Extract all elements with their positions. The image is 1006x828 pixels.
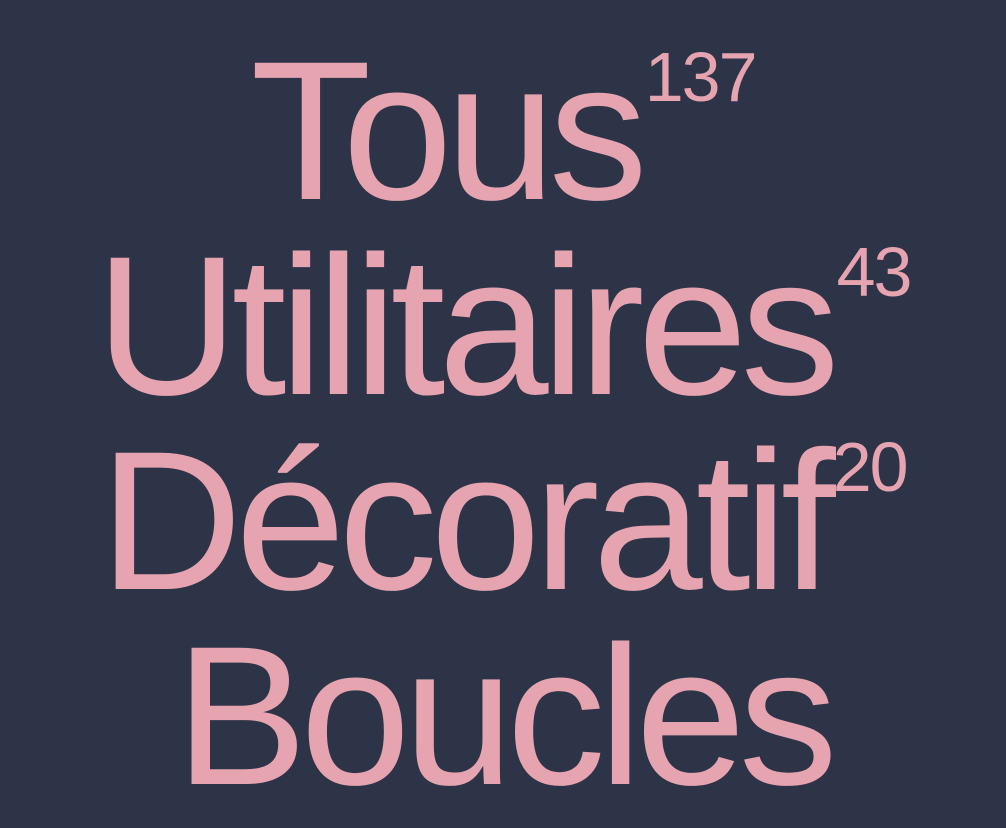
filter-count: 43 — [836, 233, 913, 311]
filter-label: Décoratif — [99, 410, 835, 631]
filter-decoratif[interactable]: Décoratif20 — [0, 422, 1006, 620]
filter-label: Utilitaires — [95, 215, 839, 436]
filter-label: Boucles — [175, 605, 837, 826]
filter-utilitaires[interactable]: Utilitaires43 — [0, 227, 1006, 425]
filter-all[interactable]: Tous137 — [0, 32, 1006, 230]
filter-boucles[interactable]: Boucles — [0, 617, 1006, 815]
filter-count: 137 — [644, 38, 758, 116]
filter-count: 20 — [832, 428, 909, 506]
filter-label: Tous — [250, 20, 647, 241]
category-filter-menu: Tous137 Utilitaires43 Décoratif20 Boucle… — [0, 0, 1006, 828]
